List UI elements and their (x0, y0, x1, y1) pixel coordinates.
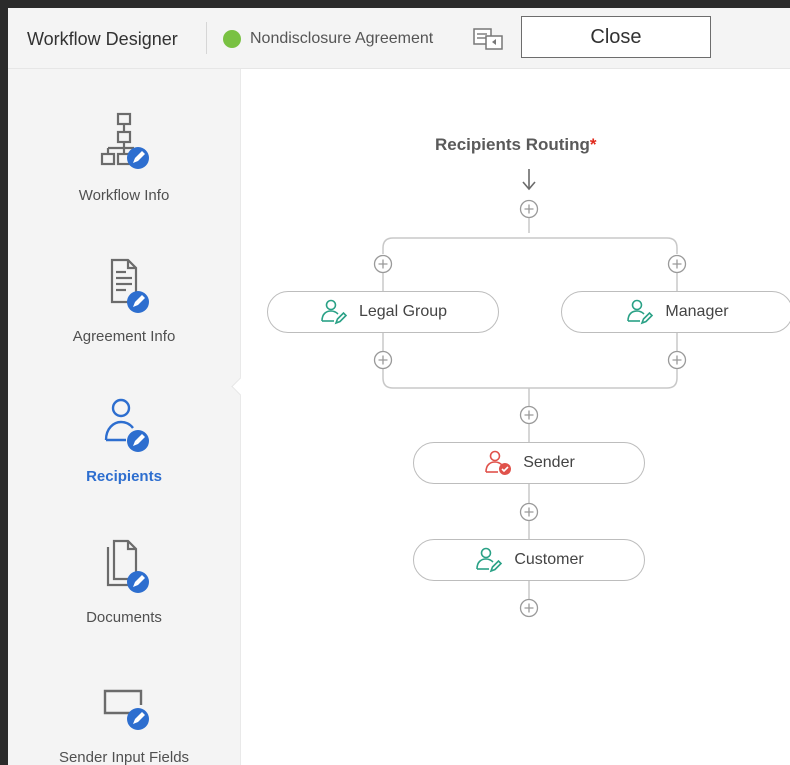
recipient-person-icon (94, 394, 154, 454)
signer-icon (474, 547, 504, 573)
plus-circle-icon (667, 350, 687, 370)
workflow-hierarchy-icon (94, 112, 154, 172)
recipient-node-manager[interactable]: Manager (561, 291, 790, 333)
close-button[interactable]: Close (521, 16, 711, 58)
status-indicator (223, 30, 241, 48)
sidebar-item-sender-input-fields[interactable]: Sender Input Fields (8, 677, 240, 765)
sidebar-item-label: Workflow Info (78, 187, 170, 204)
routing-canvas: Recipients Routing* Legal Group Manager … (241, 69, 790, 765)
sidebar-item-label: Agreement Info (72, 328, 176, 345)
recipient-node-sender[interactable]: Sender (413, 442, 645, 484)
signer-icon (625, 299, 655, 325)
workflow-designer-window: Workflow Designer Nondisclosure Agreemen… (8, 8, 790, 765)
plus-circle-icon (667, 254, 687, 274)
recipient-node-legal-group[interactable]: Legal Group (267, 291, 499, 333)
document-preview-icon[interactable] (473, 27, 505, 51)
header-bar: Workflow Designer Nondisclosure Agreemen… (8, 8, 790, 69)
add-recipient-button[interactable] (667, 350, 687, 370)
add-recipient-button[interactable] (519, 199, 539, 219)
plus-circle-icon (519, 502, 539, 522)
plus-circle-icon (519, 598, 539, 618)
sidebar-item-label: Recipients (86, 468, 162, 485)
recipient-node-label: Customer (514, 551, 584, 568)
sidebar-item-recipients[interactable]: Recipients (8, 394, 240, 514)
plus-circle-icon (519, 199, 539, 219)
plus-circle-icon (373, 350, 393, 370)
documents-icon (94, 535, 154, 595)
sidebar: Workflow Info Agreement Info Recipients … (8, 69, 241, 765)
routing-connectors (382, 169, 678, 599)
recipient-node-customer[interactable]: Customer (413, 539, 645, 581)
sidebar-item-agreement-info[interactable]: Agreement Info (8, 254, 240, 374)
add-recipient-button[interactable] (373, 350, 393, 370)
sidebar-item-label: Documents (86, 609, 162, 626)
header-divider (206, 22, 207, 54)
plus-circle-icon (519, 405, 539, 425)
sender-icon (483, 450, 513, 476)
routing-arrow-icon (522, 169, 536, 191)
add-recipient-button[interactable] (519, 405, 539, 425)
agreement-document-icon (94, 254, 154, 314)
input-field-icon (94, 677, 154, 737)
recipient-node-label: Sender (523, 454, 575, 471)
recipient-node-label: Legal Group (358, 303, 448, 320)
add-recipient-button[interactable] (667, 254, 687, 274)
signer-icon (319, 299, 349, 325)
document-name: Nondisclosure Agreement (250, 30, 434, 47)
add-recipient-button[interactable] (519, 598, 539, 618)
app-title: Workflow Designer (27, 29, 178, 49)
sidebar-item-workflow-info[interactable]: Workflow Info (8, 112, 240, 232)
sidebar-item-documents[interactable]: Documents (8, 535, 240, 655)
sidebar-item-label: Sender Input Fields (58, 749, 190, 765)
recipient-node-label: Manager (665, 303, 729, 320)
add-recipient-button[interactable] (519, 502, 539, 522)
add-recipient-button[interactable] (373, 254, 393, 274)
plus-circle-icon (373, 254, 393, 274)
